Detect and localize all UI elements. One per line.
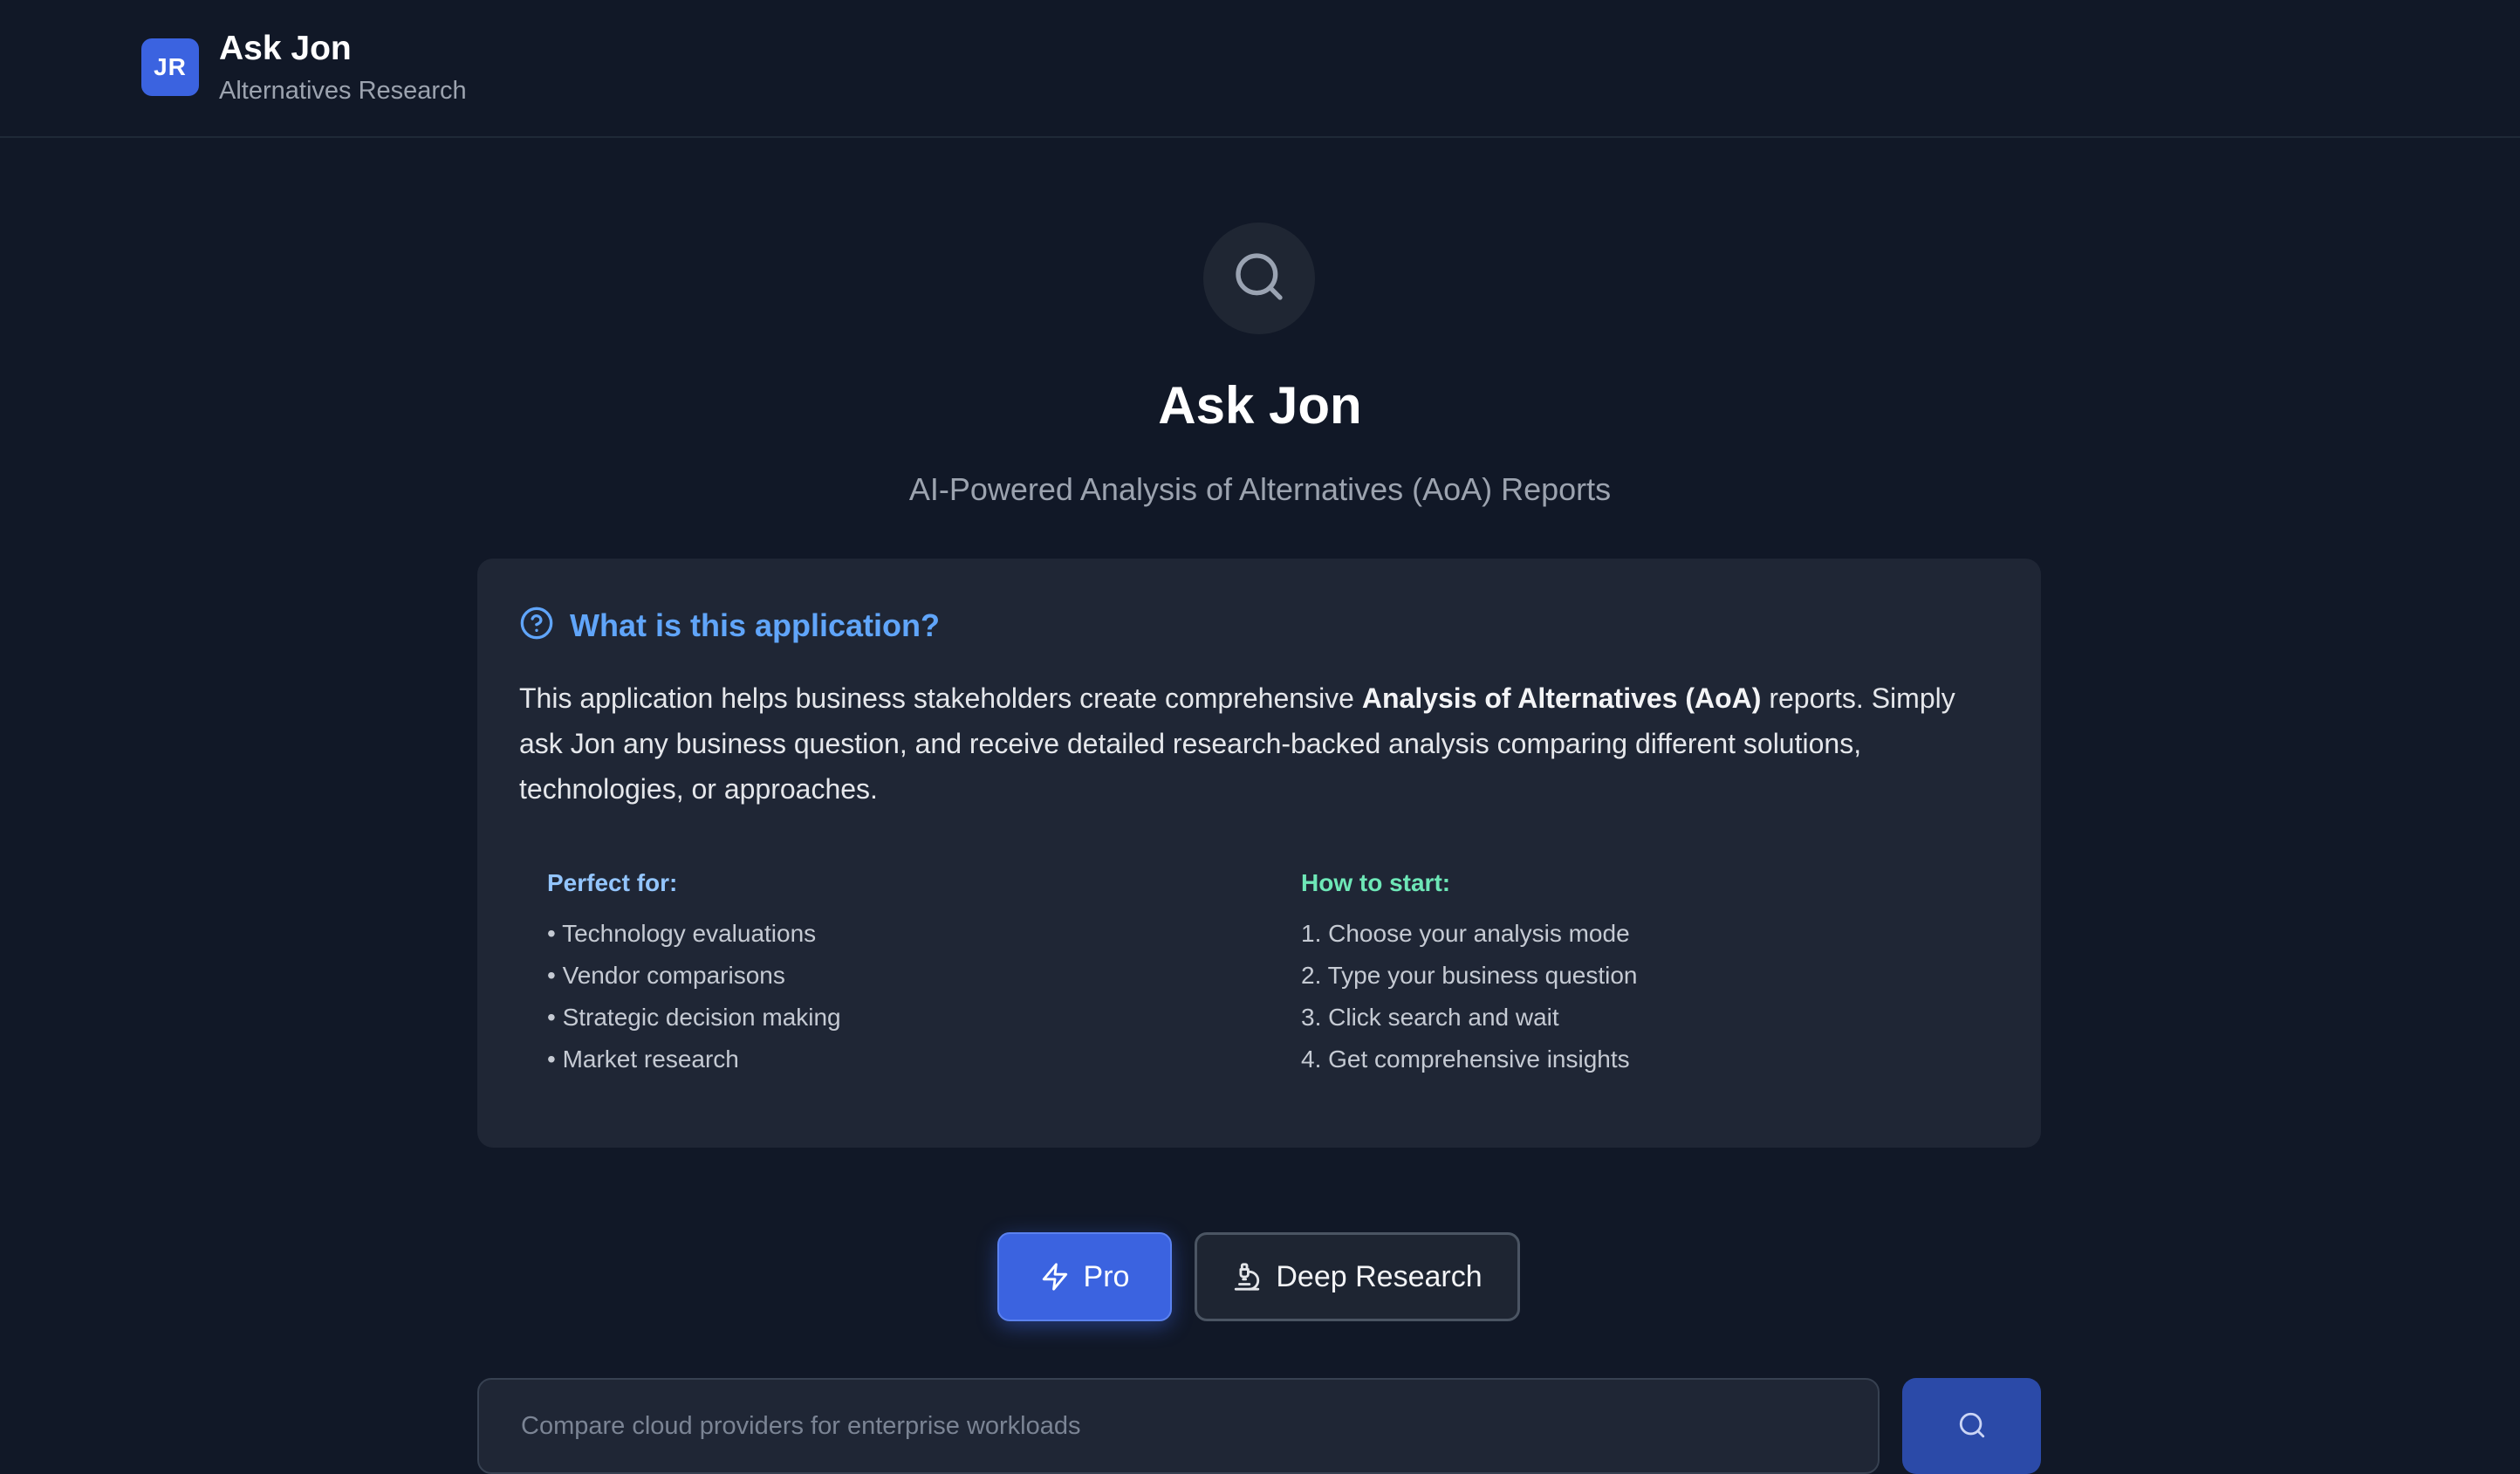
how-to-start-step: 1. Choose your analysis mode	[1301, 920, 1630, 947]
info-description: This application helps business stakehol…	[519, 675, 2003, 812]
microscope-icon	[1232, 1262, 1262, 1292]
pro-mode-label: Pro	[1083, 1259, 1130, 1293]
how-to-start-step: 3. Click search and wait	[1301, 1004, 1559, 1031]
info-card-header: What is this application?	[519, 606, 940, 645]
pro-mode-button[interactable]: Pro	[997, 1232, 1172, 1321]
page-title: Ask Jon	[1158, 376, 1362, 435]
perfect-for-section: Perfect for: • Technology evaluations • …	[547, 869, 841, 1080]
info-card-title: What is this application?	[570, 607, 941, 643]
search-icon	[1231, 249, 1287, 309]
how-to-start-step: 4. Get comprehensive insights	[1301, 1046, 1630, 1073]
hero-search-icon-badge	[1203, 223, 1315, 334]
how-to-start-step: 2. Type your business question	[1301, 962, 1638, 989]
how-to-start-section: How to start: 1. Choose your analysis mo…	[1301, 869, 1638, 1080]
app-title: Ask Jon	[219, 30, 352, 67]
perfect-for-title: Perfect for:	[547, 869, 678, 896]
help-circle-icon	[519, 606, 554, 645]
deep-research-mode-button[interactable]: Deep Research	[1195, 1232, 1520, 1321]
info-description-prefix: This application helps business stakehol…	[519, 682, 1362, 714]
perfect-for-item: • Vendor comparisons	[547, 962, 785, 989]
search-input[interactable]	[477, 1378, 1880, 1474]
perfect-for-item: • Strategic decision making	[547, 1004, 841, 1031]
page-subtitle: AI-Powered Analysis of Alternatives (AoA…	[908, 471, 1612, 507]
logo-initials: JR	[154, 53, 187, 80]
info-description-bold: Analysis of Alternatives (AoA)	[1361, 682, 1762, 714]
info-card: What is this application? This applicati…	[477, 559, 2041, 1148]
logo-badge: JR	[141, 38, 199, 96]
perfect-for-item: • Market research	[547, 1046, 739, 1073]
perfect-for-item: • Technology evaluations	[547, 920, 817, 947]
app-subtitle: Alternatives Research	[219, 77, 467, 105]
lightning-icon	[1040, 1262, 1070, 1292]
how-to-start-title: How to start:	[1301, 869, 1451, 896]
search-icon	[1957, 1410, 1987, 1443]
app-header: JR Ask Jon Alternatives Research	[0, 0, 2520, 138]
deep-research-mode-label: Deep Research	[1276, 1259, 1483, 1293]
search-button[interactable]	[1902, 1378, 2041, 1474]
